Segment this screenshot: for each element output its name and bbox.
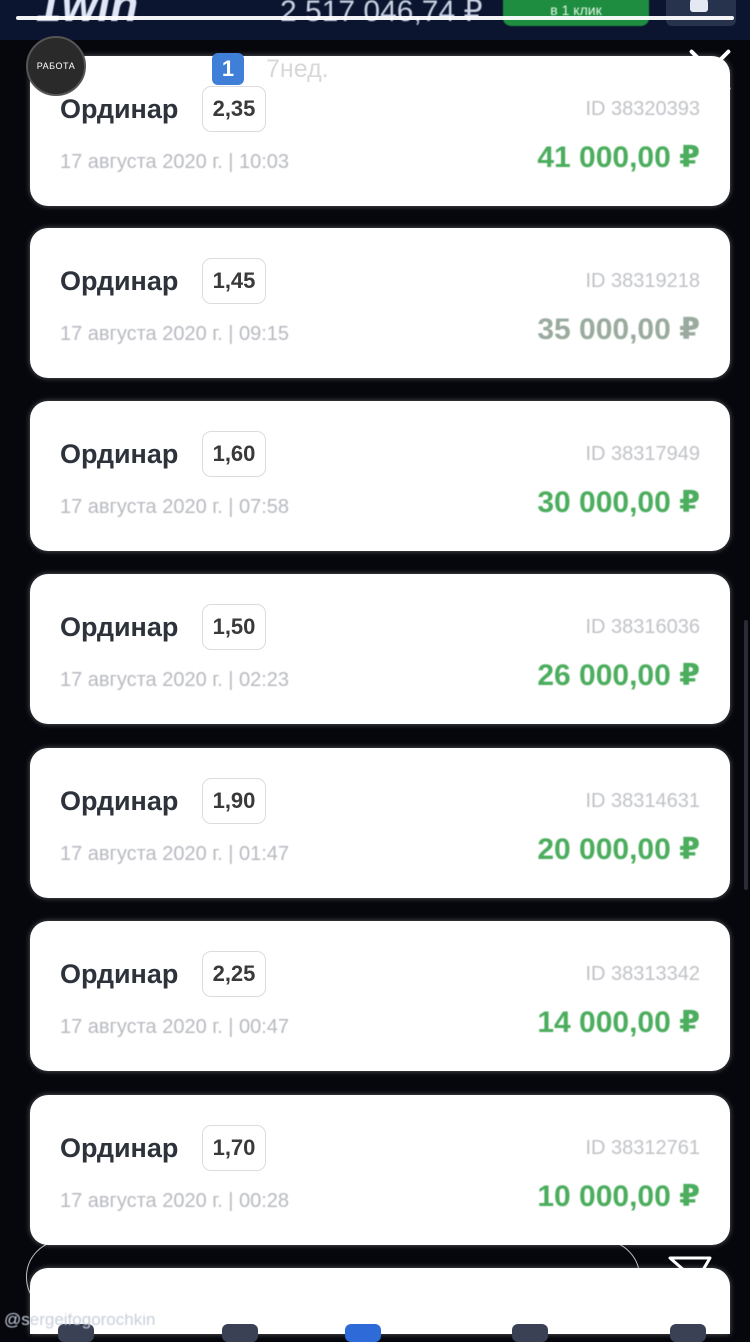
bet-type: Ординар xyxy=(60,612,179,642)
nav-icon[interactable] xyxy=(670,1324,706,1342)
story-title[interactable]: Работа xyxy=(113,54,206,85)
bet-amount: 26 000,00 ₽ xyxy=(537,659,700,692)
story-header: РАБОТА Работа 1 7нед. xyxy=(0,36,750,106)
nav-icon[interactable] xyxy=(222,1324,258,1342)
story-badge: 1 xyxy=(212,53,244,85)
bet-date: 17 августа 2020 г. | 00:28 xyxy=(60,1190,290,1212)
bet-date: 17 августа 2020 г. | 00:47 xyxy=(60,1016,290,1038)
bet-type: Ординар xyxy=(60,266,179,296)
avatar[interactable]: РАБОТА xyxy=(26,36,86,96)
bet-id: ID 38316036 xyxy=(585,616,700,638)
bet-amount: 10 000,00 ₽ xyxy=(537,1180,700,1213)
scrollbar[interactable] xyxy=(744,620,748,890)
bet-card[interactable]: Ординар 1,60 17 августа 2020 г. | 07:58 … xyxy=(30,401,730,551)
bet-amount: 14 000,00 ₽ xyxy=(537,1006,700,1039)
close-icon[interactable] xyxy=(688,48,732,92)
bet-date: 17 августа 2020 г. | 09:15 xyxy=(60,323,290,345)
more-horizontal-icon[interactable] xyxy=(612,66,648,74)
bet-date: 17 августа 2020 г. | 07:58 xyxy=(60,496,290,518)
bet-coefficient: 1,90 xyxy=(202,778,266,824)
bet-id: ID 38317949 xyxy=(585,443,700,465)
bet-type: Ординар xyxy=(60,786,179,816)
story-progress-bar xyxy=(16,16,734,20)
bet-type: Ординар xyxy=(60,959,179,989)
bet-amount: 35 000,00 ₽ xyxy=(537,313,700,346)
bet-type: Ординар xyxy=(60,439,179,469)
bet-amount: 20 000,00 ₽ xyxy=(537,833,700,866)
bet-coefficient: 1,50 xyxy=(202,604,266,650)
bet-date: 17 августа 2020 г. | 02:23 xyxy=(60,669,290,691)
bet-history-list: Ординар 2,35 17 августа 2020 г. | 10:03 … xyxy=(0,0,750,1334)
nav-icon[interactable] xyxy=(345,1324,381,1342)
bet-card[interactable]: Ординар 1,90 17 августа 2020 г. | 01:47 … xyxy=(30,748,730,898)
bet-amount: 41 000,00 ₽ xyxy=(537,141,700,174)
message-input[interactable] xyxy=(67,1255,611,1301)
bet-coefficient: 1,45 xyxy=(202,258,266,304)
bet-date: 17 августа 2020 г. | 10:03 xyxy=(60,151,290,173)
nav-icon[interactable] xyxy=(512,1324,548,1342)
bet-card[interactable]: Ординар 2,25 17 августа 2020 г. | 00:47 … xyxy=(30,921,730,1071)
bet-id: ID 38319218 xyxy=(585,270,700,292)
reply-bar[interactable] xyxy=(26,1240,640,1314)
bet-id: ID 38313342 xyxy=(585,963,700,985)
story-time: 7нед. xyxy=(266,55,329,83)
bet-coefficient: 2,25 xyxy=(202,951,266,997)
bet-date: 17 августа 2020 г. | 01:47 xyxy=(60,843,290,865)
bet-card[interactable]: Ординар 1,45 17 августа 2020 г. | 09:15 … xyxy=(30,228,730,378)
bet-coefficient: 1,60 xyxy=(202,431,266,477)
bet-card[interactable]: Ординар 1,50 17 августа 2020 г. | 02:23 … xyxy=(30,574,730,724)
bet-amount: 30 000,00 ₽ xyxy=(537,486,700,519)
send-icon[interactable] xyxy=(666,1252,714,1296)
bet-coefficient: 1,70 xyxy=(202,1125,266,1171)
bet-type: Ординар xyxy=(60,1133,179,1163)
bet-id: ID 38314631 xyxy=(585,790,700,812)
bet-card[interactable]: Ординар 1,70 17 августа 2020 г. | 00:28 … xyxy=(30,1095,730,1245)
bet-id: ID 38312761 xyxy=(585,1137,700,1159)
